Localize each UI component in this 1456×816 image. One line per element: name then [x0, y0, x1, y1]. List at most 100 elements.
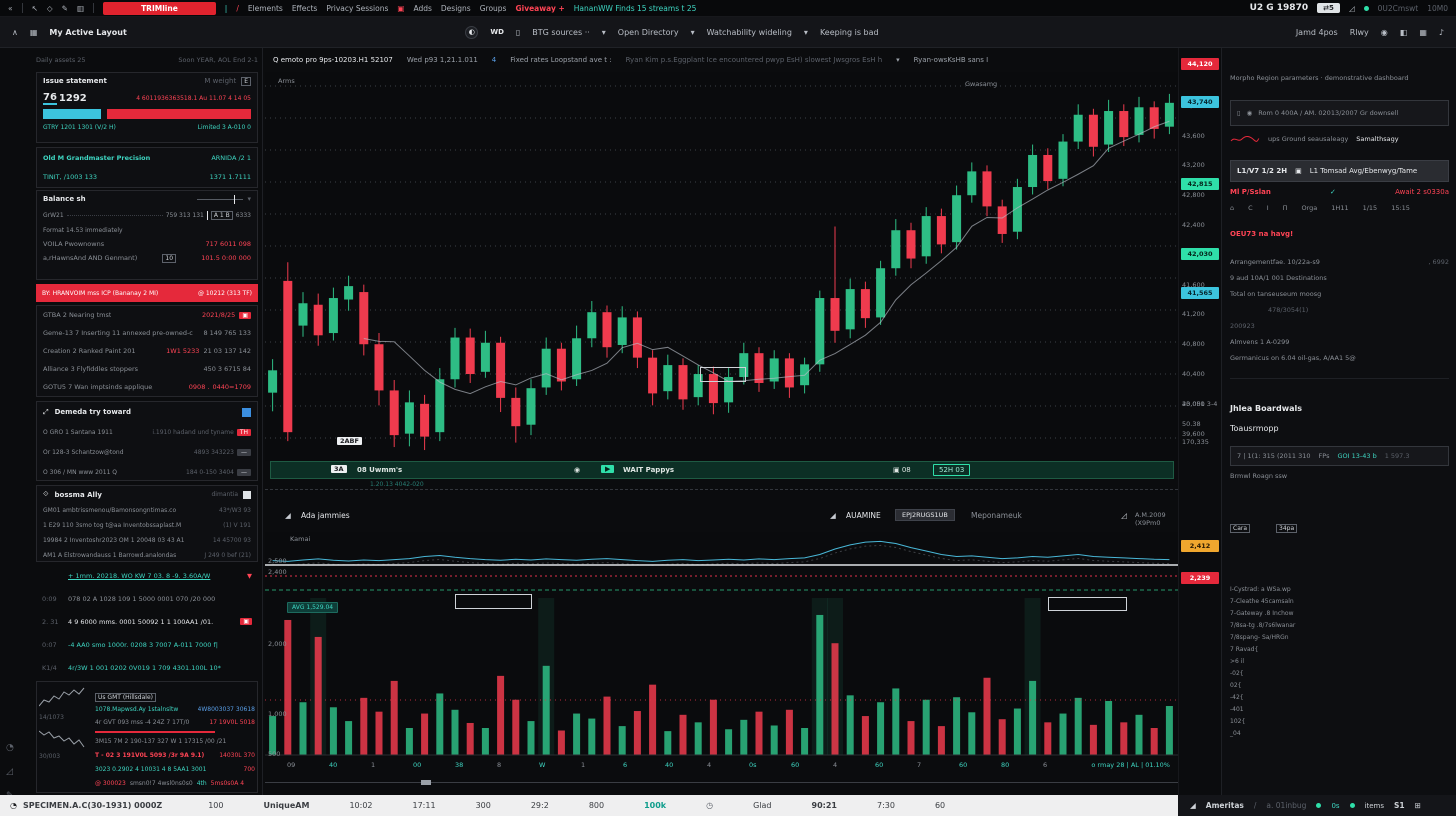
volume-pane[interactable]: Kamai AVG 1,529.04: [265, 532, 1178, 758]
volume-chart[interactable]: [265, 532, 1178, 758]
link-row-label[interactable]: TINIT, /1003 133: [43, 173, 97, 181]
trade-row[interactable]: + 1mm. 20218. WO KW 7 03. 8 -9. 3.60A/W …: [36, 564, 258, 587]
menu-item-groups[interactable]: Groups: [480, 4, 507, 13]
panel-tabbar[interactable]: L1/V7 1/2 2H ▣ L1 Tomsad Avg/Ebenwyg/Tam…: [1230, 160, 1449, 182]
depth-row[interactable]: 02{: [1230, 682, 1449, 694]
info-row[interactable]: Total on tanseuseum moosg: [1230, 286, 1449, 302]
tool-i[interactable]: I: [1267, 204, 1269, 212]
promo-link[interactable]: Giveaway +: [515, 4, 564, 13]
pi-icon[interactable]: Π: [1283, 204, 1288, 212]
chart-bars-icon[interactable]: ▥: [77, 4, 84, 13]
tool-1d[interactable]: 1/15: [1363, 204, 1378, 212]
session-timer-chip[interactable]: 52H 03: [933, 464, 970, 476]
depth-row[interactable]: 7 Ravad{: [1230, 646, 1449, 658]
alert-banner[interactable]: BY: HRANVOIM mss ICP (Bananay 2 MI) @ 10…: [36, 284, 258, 302]
menu-item-effects[interactable]: Effects: [292, 4, 318, 13]
pair-chip-b[interactable]: 34pa: [1276, 524, 1297, 533]
depth-row[interactable]: -42{: [1230, 694, 1449, 706]
history-icon[interactable]: ◔: [6, 743, 14, 753]
balance-unit-chip[interactable]: A 1 B: [211, 211, 233, 220]
menu-item-adds[interactable]: Adds: [413, 4, 431, 13]
record-icon[interactable]: ◉: [574, 466, 580, 474]
indicator-name-2[interactable]: AUAMINE: [846, 511, 881, 520]
cursor-icon[interactable]: ↖: [32, 4, 38, 13]
info-row[interactable]: Almvens 1 A-0299: [1230, 334, 1449, 350]
depth-row[interactable]: _04: [1230, 730, 1449, 742]
position-row[interactable]: O GRO 1 Santana 1911 i.1910 hadand und t…: [37, 422, 257, 442]
layout-grid-icon[interactable]: ▦: [30, 28, 38, 37]
corner-chart-icon[interactable]: ◢: [1190, 801, 1196, 810]
summary-corner-button[interactable]: E: [241, 77, 251, 86]
menu-btc-sources[interactable]: BTG sources ··: [532, 28, 589, 37]
annotation-box[interactable]: [455, 594, 532, 609]
menu-watchability[interactable]: Watchability wideling: [707, 28, 792, 37]
caret-icon[interactable]: ▾: [896, 56, 900, 64]
tool-1w[interactable]: 15:15: [1391, 204, 1410, 212]
indicator-button[interactable]: EPJ2RUGS1UB: [895, 509, 955, 521]
shape-icon[interactable]: ◇: [47, 4, 53, 13]
main-chart-pane[interactable]: Arms Gwasamg 2ABF: [265, 72, 1178, 461]
depth-row[interactable]: 7-Cleathe 45camsaln: [1230, 598, 1449, 610]
tab-mode[interactable]: L1 Tomsad Avg/Ebenwyg/Tame: [1310, 167, 1418, 175]
menu-item-privacy[interactable]: Privacy Sessions: [326, 4, 388, 13]
menu-keeping[interactable]: Keeping is bad: [820, 28, 879, 37]
order-row[interactable]: GTBA 2 Nearing tmst 2021/8/25▣: [37, 306, 257, 324]
primary-cta-button[interactable]: TRIMline: [103, 2, 216, 15]
info-row[interactable]: 478/3054(1): [1230, 302, 1449, 318]
indicator-name-3[interactable]: Meponameuk: [971, 511, 1022, 520]
link-positions[interactable]: Jamd 4pos: [1296, 28, 1338, 37]
expand-icon[interactable]: ⤢: [43, 408, 49, 417]
compare-icon[interactable]: ▯: [516, 28, 520, 37]
position-chip[interactable]: —: [237, 449, 251, 456]
position-row[interactable]: O 306 / MN www 2011 Q 184 0-150 3404—: [37, 462, 257, 482]
grid-icon[interactable]: ▦: [1419, 28, 1427, 37]
box-icon[interactable]: ▣: [1295, 167, 1302, 175]
indicator-name[interactable]: Ada jammies: [301, 511, 350, 520]
depth-row[interactable]: 7-Gateway .8 Inchow: [1230, 610, 1449, 622]
link-replay[interactable]: Rlwy: [1350, 28, 1369, 37]
scrollbar-notch[interactable]: [421, 780, 431, 785]
tab-timeframes[interactable]: L1/V7 1/2 2H: [1237, 167, 1287, 175]
depth-row[interactable]: I-Cystrad: a WSa.wp: [1230, 586, 1449, 598]
panel-color-chip[interactable]: [243, 491, 251, 499]
play-icon[interactable]: ▶: [601, 465, 614, 473]
chart-right-note[interactable]: Ryan-owsKsHB sans I: [914, 56, 989, 64]
tool-1h[interactable]: 1H11: [1331, 204, 1348, 212]
trade-row[interactable]: 0:07 -4 AA0 smo 1000r. 0208 3 7007 A-011…: [36, 633, 258, 656]
info-row[interactable]: 9 aud 10A/1 001 Destinations: [1230, 270, 1449, 286]
boxed-icon[interactable]: ▣: [397, 4, 404, 13]
order-row[interactable]: Creation 2 Ranked Paint 201 1W1 523321 0…: [37, 342, 257, 360]
session-window-label[interactable]: ▣ 08: [893, 466, 911, 474]
depth-row[interactable]: -02{: [1230, 670, 1449, 682]
chevron-up-icon[interactable]: ∧: [12, 28, 18, 37]
annotation-box[interactable]: [1048, 597, 1127, 611]
info-row[interactable]: Arrangementfae. 10/22a-s9, 6992: [1230, 254, 1449, 270]
tool-c[interactable]: C: [1248, 204, 1253, 212]
balance-slider[interactable]: [197, 199, 243, 200]
position-chip[interactable]: TH: [237, 429, 251, 436]
scrollbar-track[interactable]: [265, 782, 1178, 783]
balance-chip[interactable]: 10: [162, 254, 176, 263]
order-chip[interactable]: ▣: [239, 312, 251, 319]
stats-header-chip[interactable]: Us GMT (Hillsdale): [95, 693, 156, 702]
position-chip[interactable]: —: [237, 469, 251, 476]
price-axis[interactable]: 44,00043,60043,20042,80042,40042,00041,6…: [1178, 48, 1222, 795]
depth-row[interactable]: 7/8spang- Sa/HRGn: [1230, 634, 1449, 646]
device-row[interactable]: ▯ ◉ Rom 0 400A / AM. 02013/2007 Gr downs…: [1230, 100, 1449, 126]
summary-row[interactable]: 7 | 1(1: 315 (2011 310 FPs GOI 13-43 b 1…: [1230, 446, 1449, 466]
measure-icon[interactable]: ◿: [6, 767, 14, 777]
annotation-chip[interactable]: 2ABF: [337, 437, 362, 445]
s1-label[interactable]: S1: [1394, 801, 1405, 810]
symbol-chip[interactable]: WD: [490, 28, 504, 36]
back-icon[interactable]: «: [8, 4, 13, 13]
grid-icon[interactable]: ⊞: [1415, 801, 1421, 810]
panel-color-chip[interactable]: [242, 408, 251, 417]
depth-row[interactable]: 7/8sa-tg .8/7s6lwanar: [1230, 622, 1449, 634]
order-row[interactable]: GOTU5 7 Wan imptsinds applique, 0908 .04…: [37, 378, 257, 396]
slider-handle[interactable]: [234, 195, 235, 204]
caret-icon[interactable]: ▾: [247, 195, 251, 203]
account-icon[interactable]: ◉: [1381, 28, 1388, 37]
corner-icon[interactable]: ◿: [1349, 4, 1355, 13]
home-icon[interactable]: ⌂: [1230, 204, 1234, 212]
trade-row[interactable]: 0:09 078 02 A 1028 109 1 5000 0001 070 /…: [36, 587, 258, 610]
